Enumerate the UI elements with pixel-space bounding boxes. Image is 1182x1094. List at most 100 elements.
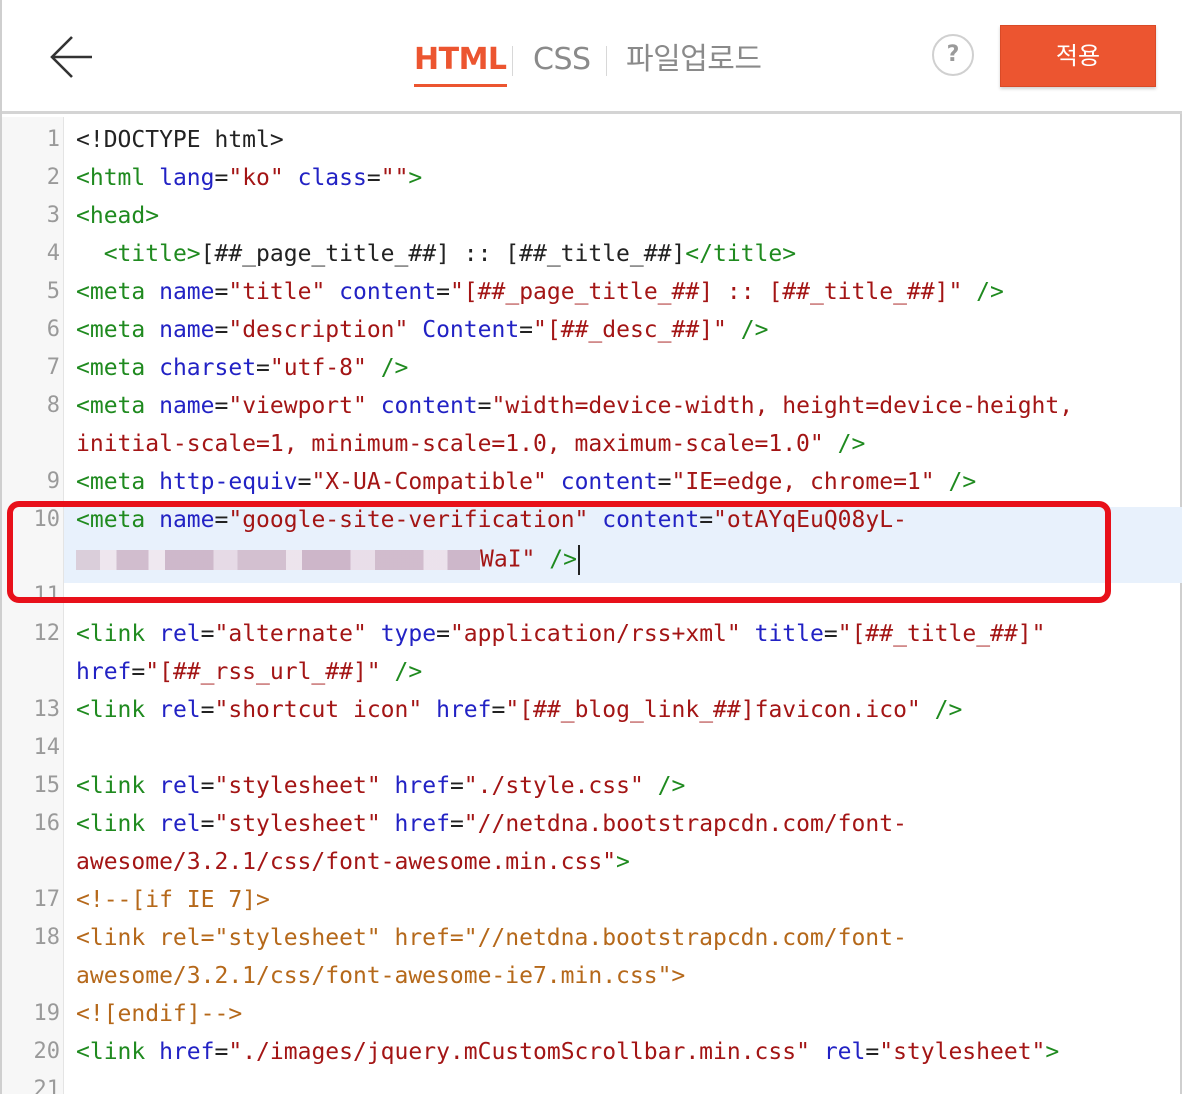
tab-divider [512, 46, 513, 76]
line-number: 13 [33, 697, 61, 722]
line-number: 14 [33, 735, 61, 760]
line-number: 4 [46, 241, 60, 266]
code-token: <meta [76, 355, 146, 381]
code-line: awesome/3.2.1/css/font-awesome-ie7.min.c… [76, 963, 685, 989]
code-line: <link rel="alternate" type="application/… [76, 621, 1045, 647]
tab-css[interactable]: CSS [533, 38, 591, 82]
code-token: <![endif]--> [76, 1001, 243, 1027]
code-token: "ko" [228, 165, 284, 191]
code-token: rel [159, 621, 201, 647]
code-token: name [159, 317, 215, 343]
code-line: <head> [76, 203, 159, 229]
line-number-gutter: 1 2 3 4 5 6 7 8 9 10 11 12 13 14 15 16 17 18 19 20 21 [2, 117, 64, 1094]
code-token: http-equiv [159, 469, 298, 495]
code-token: /> [380, 355, 409, 381]
code-token: initial-scale=1, minimum-scale=1.0, maxi… [76, 431, 824, 457]
line-number: 1 [46, 127, 60, 152]
code-token: <link [76, 1039, 146, 1065]
code-token: = [436, 621, 450, 647]
code-token: = [449, 773, 464, 799]
code-token: > [616, 849, 630, 875]
code-token: name [159, 393, 215, 419]
tab-css-label: CSS [533, 42, 591, 77]
code-token: /> [394, 659, 423, 685]
code-token: "utf-8" [269, 355, 367, 381]
tab-divider [606, 46, 607, 76]
annotation-highlight-box [7, 501, 1111, 603]
code-token: content [560, 469, 658, 495]
code-token: "viewport" [228, 393, 367, 419]
code-token: = [865, 1039, 880, 1065]
code-token: "stylesheet" [214, 773, 381, 799]
code-token: /> [976, 279, 1004, 305]
line-number: 7 [46, 355, 60, 380]
code-token: "width=device-width, height=device-heigh… [491, 393, 1074, 419]
code-token: = [366, 165, 381, 191]
code-line: <title>[##_page_title_##] :: [##_title_#… [76, 241, 796, 267]
line-number: 12 [33, 621, 61, 646]
tab-html-label: HTML [414, 42, 507, 77]
code-line: <link href="./images/jquery.mCustomScrol… [76, 1039, 1059, 1065]
code-token: "application/rss+xml" [449, 621, 741, 647]
code-token: title [754, 621, 824, 647]
code-token: "[##_page_title_##] :: [##_title_##]" [449, 279, 963, 305]
code-token: "shortcut icon" [214, 697, 423, 723]
code-token: "X-UA-Compatible" [311, 469, 547, 495]
help-button[interactable]: ? [932, 34, 974, 76]
code-token: awesome/3.2.1/css/font-awesome.min.css" [76, 849, 617, 875]
app-frame: HTML CSS 파일업로드 ? 적용 1 2 3 4 5 6 7 8 9 10 11 12 13 14 1… [0, 0, 1182, 1094]
code-token: rel [159, 773, 201, 799]
code-token: = [200, 811, 215, 837]
code-token: href [436, 697, 492, 723]
code-token: href [394, 773, 450, 799]
code-editor[interactable]: 1 2 3 4 5 6 7 8 9 10 11 12 13 14 15 16 17 18 19 20 21 <!DOCT… [2, 117, 1182, 1094]
code-token: "[##_title_##]" [837, 621, 1046, 647]
code-token: "//netdna.bootstrapcdn.com/font- [463, 811, 907, 837]
editor-toolbar: HTML CSS 파일업로드 ? 적용 [2, 0, 1182, 114]
code-token: <!DOCTYPE html> [76, 127, 284, 153]
code-token: Content [422, 317, 520, 343]
apply-button[interactable]: 적용 [1000, 25, 1156, 87]
line-number: 2 [46, 165, 60, 190]
code-token: <link [76, 811, 146, 837]
code-token: = [131, 659, 146, 685]
code-token: = [297, 469, 312, 495]
code-token: = [200, 773, 215, 799]
code-token: /> [740, 317, 769, 343]
code-token: <link [76, 621, 146, 647]
code-token: "stylesheet" [879, 1039, 1046, 1065]
code-token: name [159, 279, 215, 305]
code-token: "" [380, 165, 409, 191]
code-token: <!--[if IE 7]> [76, 887, 270, 913]
line-number: 20 [33, 1039, 61, 1064]
back-button[interactable] [46, 34, 96, 80]
tab-file-upload[interactable]: 파일업로드 [626, 38, 762, 82]
tab-html[interactable]: HTML [414, 38, 507, 87]
code-token: > [408, 165, 423, 191]
code-token: = [491, 697, 506, 723]
code-token: </title> [685, 241, 797, 267]
line-number: 19 [33, 1001, 61, 1026]
code-token: <html [76, 165, 146, 191]
code-token: <title> [103, 241, 201, 267]
code-token: /> [934, 697, 963, 723]
